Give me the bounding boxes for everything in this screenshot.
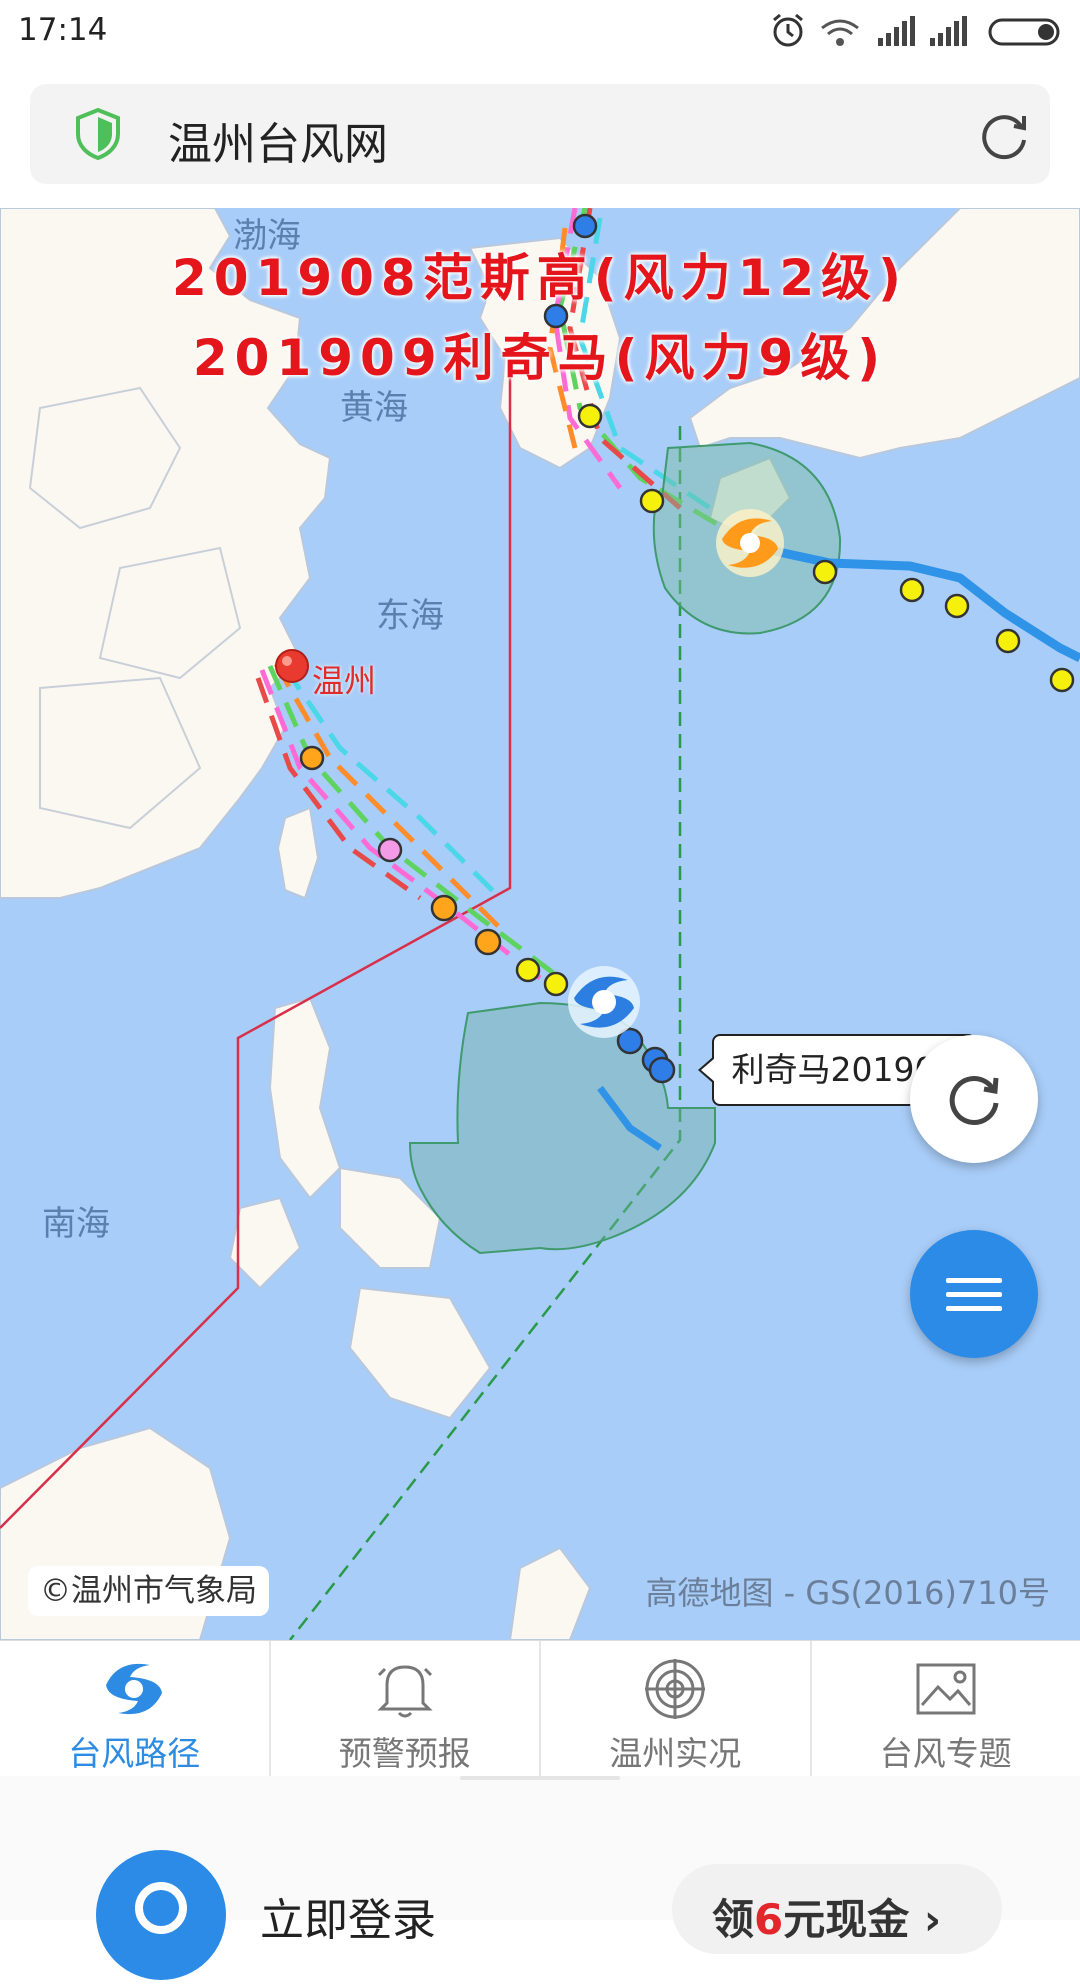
status-bar: 17:14 (0, 0, 1080, 62)
signal-icon (878, 16, 915, 46)
tab-typhoon-path[interactable]: 台风路径 (0, 1641, 271, 1776)
wind-radius-lekima (410, 1003, 715, 1253)
copyright: ©温州市气象局 (28, 1566, 269, 1616)
login-link[interactable]: 立即登录 (260, 1884, 436, 1948)
page-title: 温州台风网 (168, 108, 388, 172)
typhoon-symbol-lekima (568, 966, 640, 1038)
tab-label: 温州实况 (541, 1727, 810, 1775)
bottom-panel: 立即登录 领6元现金 › (0, 1776, 1080, 1920)
headline-lekima: 201909利奇马(风力9级) (0, 318, 1080, 390)
address-bar[interactable]: 温州台风网 (30, 84, 1050, 184)
wenzhou-pin-icon (276, 650, 308, 682)
cash-reward-text: 领6元现金 › (712, 1886, 941, 1947)
menu-button[interactable] (910, 1230, 1038, 1358)
radar-icon (641, 1655, 709, 1723)
label-nanhai: 南海 (42, 1196, 110, 1245)
map-attribution: 高德地图 - GS(2016)710号 (646, 1568, 1051, 1614)
label-wenzhou[interactable]: 温州 (312, 656, 376, 702)
alarm-icon (774, 15, 802, 45)
shield-icon (74, 108, 122, 160)
headline-francisco: 201908范斯高(风力12级) (0, 238, 1080, 310)
typhoon-icon (100, 1655, 168, 1723)
menu-icon (944, 1264, 1004, 1324)
tab-typhoon-special[interactable]: 台风专题 (812, 1641, 1080, 1776)
tab-label: 台风路径 (0, 1727, 269, 1775)
cash-reward-button[interactable]: 领6元现金 › (672, 1864, 1002, 1954)
user-icon (96, 1850, 226, 1980)
land-mainland (0, 208, 330, 898)
image-icon (912, 1655, 980, 1723)
status-icons (768, 12, 1068, 50)
tab-label: 预警预报 (271, 1727, 540, 1775)
tab-wenzhou-live[interactable]: 温州实况 (541, 1641, 812, 1776)
typhoon-symbol-francisco (716, 509, 784, 577)
bell-icon (371, 1655, 439, 1723)
label-bohai: 渤海 (233, 208, 301, 257)
typhoon-map[interactable]: 201908范斯高(风力12级) 201909利奇马(风力9级) 渤海 黄海 东… (0, 208, 1080, 1640)
tab-warning-forecast[interactable]: 预警预报 (271, 1641, 542, 1776)
refresh-icon (944, 1069, 1004, 1129)
bottom-tab-bar: 台风路径 预警预报 温州实况 台风专题 (0, 1640, 1080, 1776)
status-time: 17:14 (18, 12, 107, 48)
battery-icon (990, 20, 1058, 44)
wifi-icon (822, 21, 858, 46)
label-donghai: 东海 (376, 588, 444, 637)
signal-icon-2 (930, 16, 967, 46)
label-huanghai: 黄海 (340, 380, 408, 429)
refresh-button[interactable] (910, 1035, 1038, 1163)
map-canvas[interactable] (0, 208, 1080, 1640)
drag-handle[interactable] (460, 1776, 620, 1780)
land-taiwan (278, 808, 318, 898)
tab-label: 台风专题 (812, 1727, 1080, 1775)
reload-icon[interactable] (976, 108, 1032, 164)
avatar[interactable] (96, 1850, 226, 1980)
